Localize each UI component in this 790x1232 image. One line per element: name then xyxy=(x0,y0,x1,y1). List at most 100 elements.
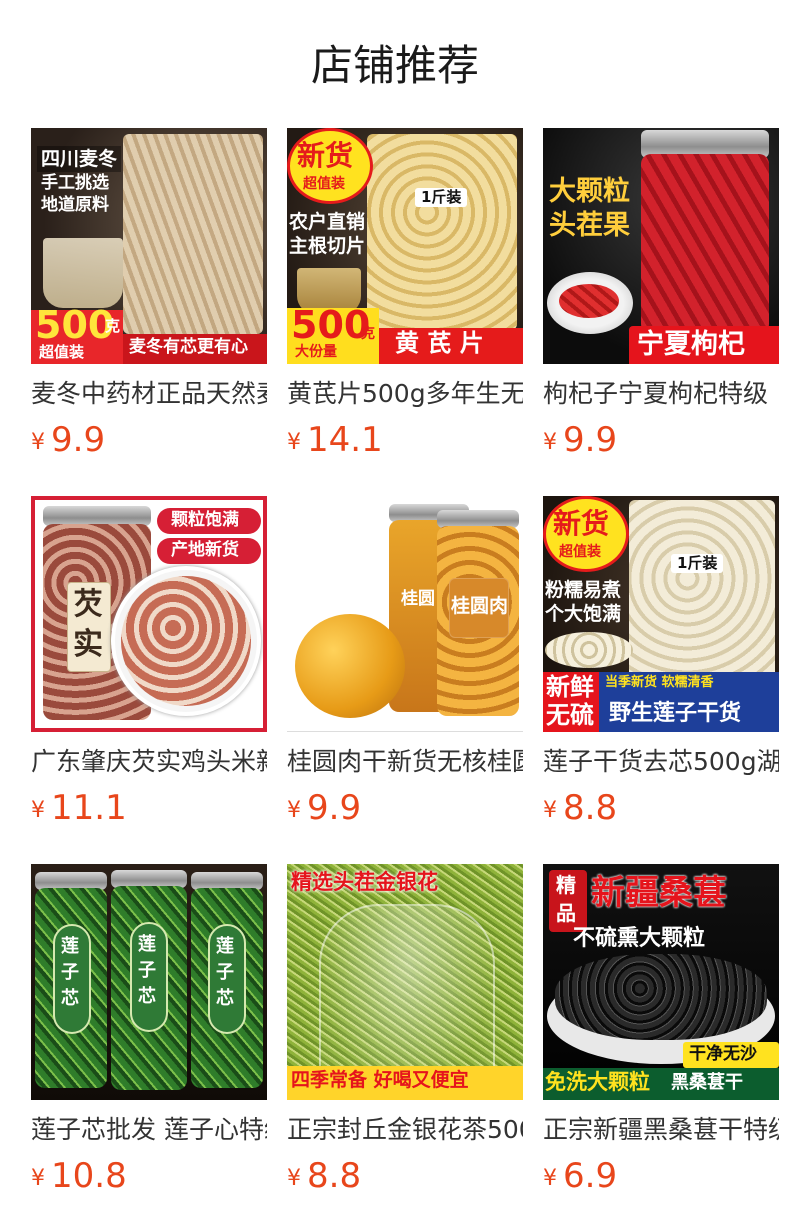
product-price: ¥9.9 xyxy=(543,420,779,464)
image-label: 黑桑葚干 xyxy=(671,1072,743,1093)
price-amount: 6.9 xyxy=(563,1156,618,1196)
product-price: ¥11.1 xyxy=(31,788,267,832)
image-label: 莲子芯 xyxy=(216,936,234,1009)
image-label: 实 xyxy=(73,627,103,662)
price-amount: 9.9 xyxy=(51,420,106,460)
product-name[interactable]: 莲子芯批发 莲子心特级 xyxy=(31,1114,267,1146)
product-card[interactable]: 精 品 新疆桑葚 不硫熏大颗粒 干净无沙 免洗大颗粒 黑桑葚干 正宗新疆黑桑葚干… xyxy=(543,864,779,1232)
product-card[interactable]: 四川麦冬 手工挑选 地道原料 500 克 超值装 麦冬有芯更有心 麦冬中药材正品… xyxy=(31,128,267,496)
image-label: 500 xyxy=(35,303,115,347)
image-label: 无硫 xyxy=(546,701,594,729)
image-label: 麦冬有芯更有心 xyxy=(129,337,248,357)
price-amount: 8.8 xyxy=(307,1156,362,1196)
price-amount: 8.8 xyxy=(563,788,618,828)
currency-symbol: ¥ xyxy=(543,798,557,823)
currency-symbol: ¥ xyxy=(31,798,45,823)
product-price: ¥9.9 xyxy=(31,420,267,464)
product-price: ¥14.1 xyxy=(287,420,523,464)
product-image[interactable]: 芡 实 颗粒饱满 产地新货 xyxy=(31,496,267,732)
product-image[interactable]: 四川麦冬 手工挑选 地道原料 500 克 超值装 麦冬有芯更有心 xyxy=(31,128,267,364)
image-label: 精 xyxy=(556,873,576,897)
image-label: 干净无沙 xyxy=(689,1044,757,1064)
product-card[interactable]: 芡 实 颗粒饱满 产地新货 广东肇庆芡实鸡头米新 ¥11.1 xyxy=(31,496,267,864)
currency-symbol: ¥ xyxy=(543,430,557,455)
product-image[interactable]: 莲子芯 莲子芯 莲子芯 xyxy=(31,864,267,1100)
image-label: 野生莲子干货 xyxy=(609,701,742,726)
image-label: 黄 芪 片 xyxy=(395,329,484,357)
product-price: ¥8.8 xyxy=(543,788,779,832)
currency-symbol: ¥ xyxy=(287,798,301,823)
product-image[interactable]: 精选头茬金银花 四季常备 好喝又便宜 xyxy=(287,864,523,1100)
price-amount: 10.8 xyxy=(51,1156,127,1196)
image-label: 超值装 xyxy=(303,176,345,192)
image-label: 克 xyxy=(105,317,121,335)
image-label: 超值装 xyxy=(39,343,85,361)
image-label: 超值装 xyxy=(559,544,601,560)
image-label: 当季新货 软糯清香 xyxy=(605,675,714,690)
product-image[interactable]: 桂圆 桂圆肉 xyxy=(287,496,523,732)
image-label: 桂圆肉 xyxy=(451,595,509,617)
currency-symbol: ¥ xyxy=(543,1166,557,1191)
image-label: 精选头茬金银花 xyxy=(291,870,438,894)
product-name[interactable]: 黄芪片500g多年生无 xyxy=(287,378,523,410)
image-label: 品 xyxy=(556,901,576,925)
product-price: ¥6.9 xyxy=(543,1156,779,1200)
product-name[interactable]: 桂圆肉干新货无核桂圆 xyxy=(287,746,523,778)
currency-symbol: ¥ xyxy=(287,430,301,455)
image-label: 个大饱满 xyxy=(545,603,622,625)
product-image[interactable]: 大颗粒 头茬果 宁夏枸杞 xyxy=(543,128,779,364)
product-card[interactable]: 桂圆 桂圆肉 桂圆肉干新货无核桂圆 ¥9.9 xyxy=(287,496,523,864)
product-name[interactable]: 正宗新疆黑桑葚干特级 xyxy=(543,1114,779,1146)
currency-symbol: ¥ xyxy=(31,1166,45,1191)
image-label: 克 xyxy=(361,326,375,342)
image-label: 新货 xyxy=(297,139,354,172)
image-label: 颗粒饱满 xyxy=(171,510,239,530)
price-amount: 9.9 xyxy=(307,788,362,828)
image-label: 四季常备 好喝又便宜 xyxy=(291,1069,469,1091)
image-label: 桂圆 xyxy=(401,589,435,609)
image-label: 不硫熏大颗粒 xyxy=(573,926,706,951)
product-card[interactable]: 新货 超值装 1斤装 粉糯易煮 个大饱满 新鲜 无硫 当季新货 软糯清香 野生莲… xyxy=(543,496,779,864)
product-name[interactable]: 枸杞子宁夏枸杞特级 xyxy=(543,378,779,410)
product-image[interactable]: 新货 超值装 1斤装 农户直销 主根切片 500 克 大份量 黄 芪 片 xyxy=(287,128,523,364)
image-label: 宁夏枸杞 xyxy=(637,329,745,360)
price-amount: 9.9 xyxy=(563,420,618,460)
image-label: 500 xyxy=(291,303,371,347)
image-label: 粉糯易煮 xyxy=(545,579,622,601)
image-label: 头茬果 xyxy=(549,210,630,241)
image-label: 莲子芯 xyxy=(61,936,79,1009)
image-label: 1斤装 xyxy=(415,188,468,208)
image-label: 1斤装 xyxy=(671,554,724,574)
currency-symbol: ¥ xyxy=(287,1166,301,1191)
price-amount: 11.1 xyxy=(51,788,127,828)
image-label: 新疆桑葚 xyxy=(591,873,727,913)
product-image[interactable]: 精 品 新疆桑葚 不硫熏大颗粒 干净无沙 免洗大颗粒 黑桑葚干 xyxy=(543,864,779,1100)
product-name[interactable]: 正宗封丘金银花茶500 xyxy=(287,1114,523,1146)
image-label: 莲子芯 xyxy=(138,934,156,1007)
image-label: 地道原料 xyxy=(41,195,109,215)
page-title: 店铺推荐 xyxy=(310,41,479,90)
product-image[interactable]: 新货 超值装 1斤装 粉糯易煮 个大饱满 新鲜 无硫 当季新货 软糯清香 野生莲… xyxy=(543,496,779,732)
product-card[interactable]: 大颗粒 头茬果 宁夏枸杞 枸杞子宁夏枸杞特级 ¥9.9 xyxy=(543,128,779,496)
image-label: 产地新货 xyxy=(171,540,239,560)
product-price: ¥9.9 xyxy=(287,788,523,832)
recommendation-page: 店铺推荐 四川麦冬 手工挑选 地道原料 500 克 超值装 麦冬有芯更有心 麦冬… xyxy=(0,0,790,1232)
currency-symbol: ¥ xyxy=(31,430,45,455)
image-label: 新鲜 xyxy=(546,673,594,701)
image-label: 新货 xyxy=(553,507,610,540)
image-label: 手工挑选 xyxy=(41,173,109,193)
product-card[interactable]: 精选头茬金银花 四季常备 好喝又便宜 正宗封丘金银花茶500 ¥8.8 xyxy=(287,864,523,1232)
product-card[interactable]: 新货 超值装 1斤装 农户直销 主根切片 500 克 大份量 黄 芪 片 黄芪片… xyxy=(287,128,523,496)
product-price: ¥10.8 xyxy=(31,1156,267,1200)
product-name[interactable]: 莲子干货去芯500g湖 xyxy=(543,746,779,778)
image-label: 主根切片 xyxy=(289,235,366,257)
image-label: 大份量 xyxy=(295,344,337,360)
image-label: 芡 xyxy=(73,587,103,622)
product-name[interactable]: 麦冬中药材正品天然麦冬 xyxy=(31,378,267,410)
product-card[interactable]: 莲子芯 莲子芯 莲子芯 莲子芯批发 莲子心特级 ¥10.8 xyxy=(31,864,267,1232)
product-price: ¥8.8 xyxy=(287,1156,523,1200)
product-name[interactable]: 广东肇庆芡实鸡头米新 xyxy=(31,746,267,778)
image-label: 大颗粒 xyxy=(549,176,630,207)
price-amount: 14.1 xyxy=(307,420,383,460)
image-label: 免洗大颗粒 xyxy=(545,1070,650,1094)
